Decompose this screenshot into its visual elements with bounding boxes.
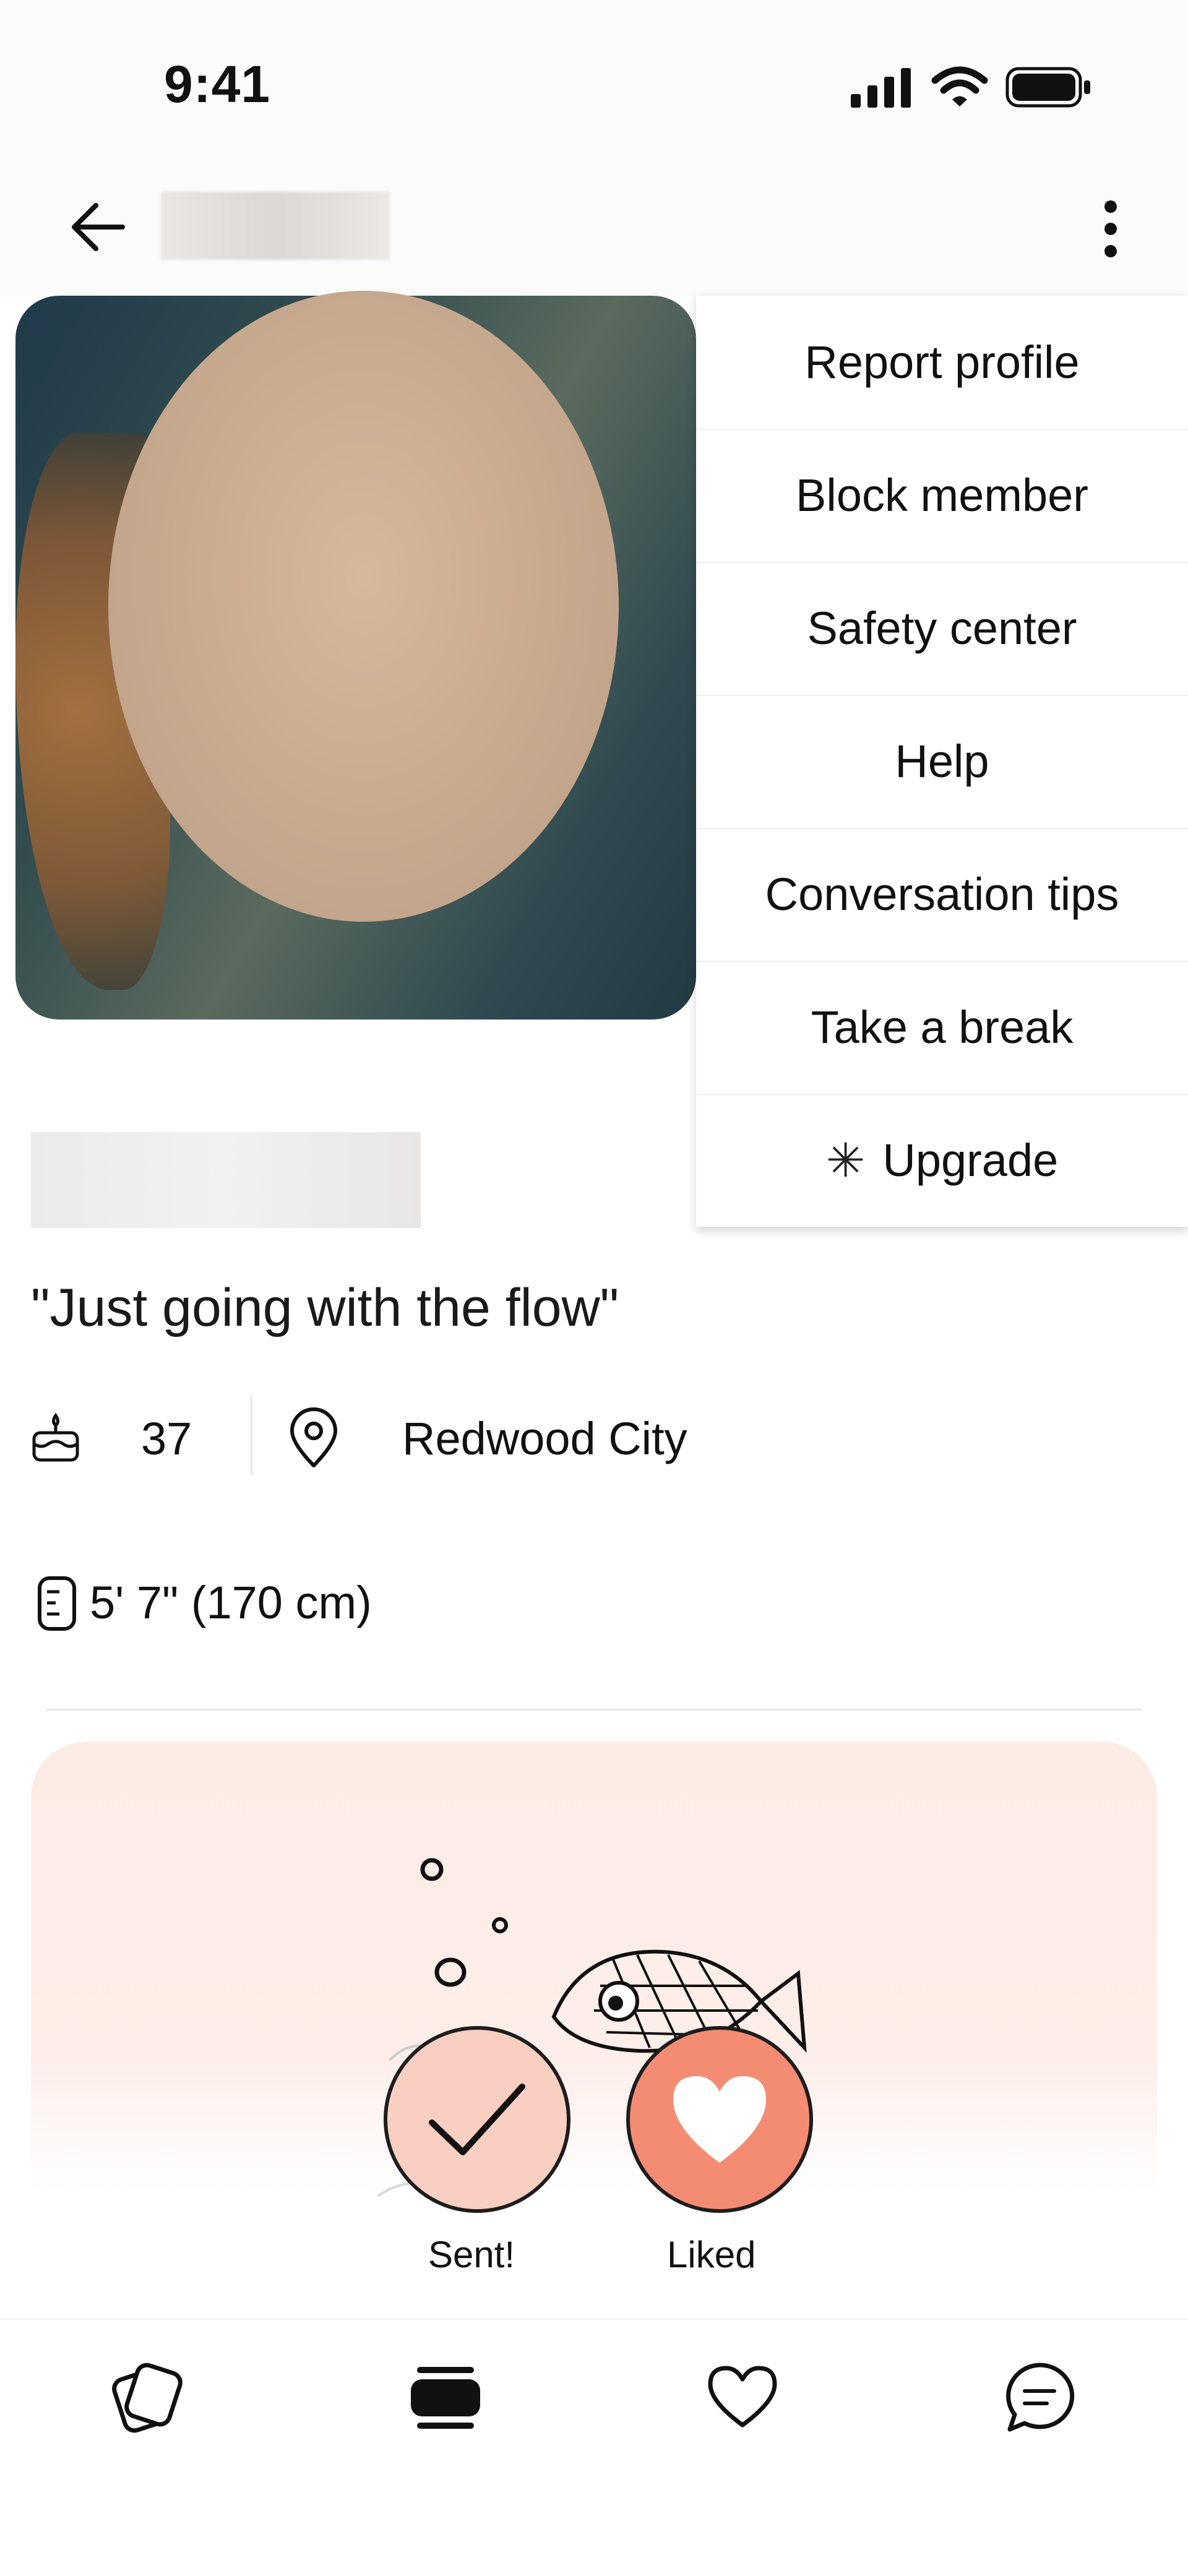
height-ruler-icon <box>38 1576 76 1631</box>
cards-icon <box>112 2363 183 2433</box>
cellular-signal-icon <box>851 68 911 108</box>
profile-age: 37 <box>141 1413 192 1464</box>
menu-item-report-profile[interactable]: Report profile <box>696 296 1188 430</box>
heart-outline-icon <box>708 2366 777 2428</box>
profile-tagline: "Just going with the flow" <box>31 1278 619 1337</box>
menu-item-take-a-break[interactable]: Take a break <box>696 961 1188 1095</box>
battery-icon <box>1005 67 1090 108</box>
profile-name-redacted <box>161 192 390 260</box>
liked-button[interactable] <box>626 2026 813 2213</box>
profile-location: Redwood City <box>402 1413 687 1464</box>
status-time: 9:41 <box>164 55 271 113</box>
sent-label: Sent! <box>428 2234 515 2275</box>
nav-discover-tab[interactable] <box>99 2351 192 2444</box>
profile-name-redacted <box>31 1132 421 1228</box>
checkmark-icon <box>429 2084 525 2155</box>
nav-messages-tab[interactable] <box>993 2351 1086 2444</box>
section-divider <box>46 1709 1142 1711</box>
menu-item-label: Conversation tips <box>765 869 1119 920</box>
menu-item-label: Report profile <box>804 337 1080 388</box>
asterisk-icon: ✳ <box>825 1135 866 1187</box>
back-arrow-icon[interactable] <box>68 198 127 257</box>
liked-label: Liked <box>667 2234 756 2275</box>
profile-height: 5' 7" (170 cm) <box>90 1577 372 1628</box>
heart-icon <box>673 2076 766 2163</box>
more-options-icon[interactable] <box>1095 198 1126 260</box>
nav-likes-tab[interactable] <box>696 2351 789 2444</box>
info-divider <box>251 1395 252 1475</box>
sent-button[interactable] <box>384 2026 570 2213</box>
menu-item-safety-center[interactable]: Safety center <box>696 562 1188 696</box>
menu-item-label: Block member <box>796 470 1088 521</box>
wifi-icon <box>931 66 988 106</box>
face-blur-overlay <box>108 291 619 922</box>
nav-profile-tab[interactable] <box>399 2351 492 2444</box>
birthday-cake-icon <box>32 1412 79 1462</box>
menu-item-conversation-tips[interactable]: Conversation tips <box>696 828 1188 962</box>
stacked-card-icon <box>411 2367 480 2429</box>
menu-item-label: Safety center <box>807 603 1077 654</box>
menu-item-label: Take a break <box>811 1002 1074 1053</box>
options-menu: Report profile Block member Safety cente… <box>696 296 1188 1227</box>
menu-item-help[interactable]: Help <box>696 695 1188 829</box>
menu-item-label: Upgrade <box>882 1135 1059 1186</box>
location-pin-icon <box>290 1407 337 1467</box>
menu-item-upgrade[interactable]: ✳ Upgrade <box>696 1094 1188 1227</box>
menu-item-block-member[interactable]: Block member <box>696 429 1188 563</box>
menu-item-label: Help <box>895 736 989 787</box>
chat-bubble-icon <box>1006 2363 1075 2432</box>
